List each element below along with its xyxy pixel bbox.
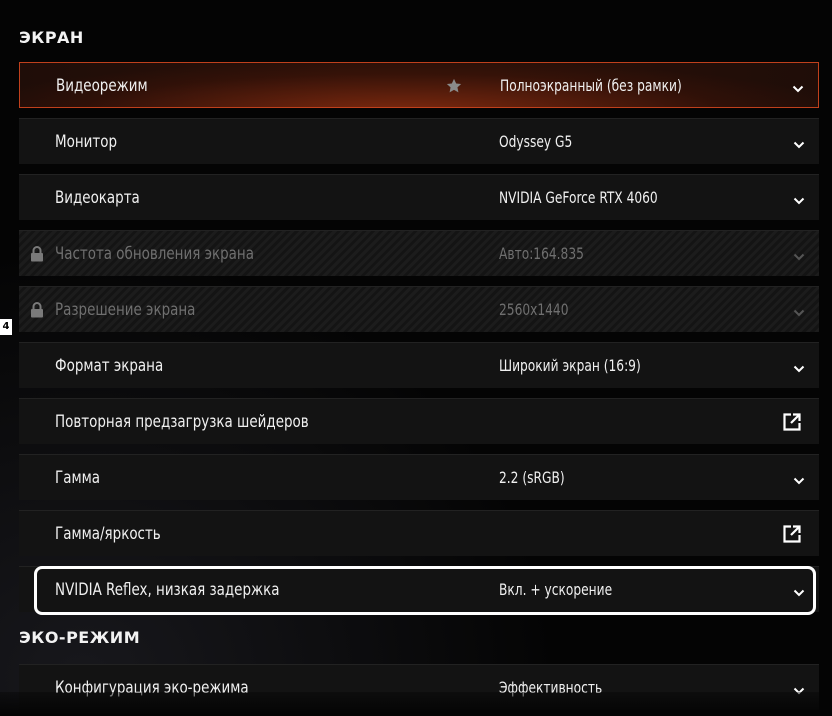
- setting-value: Авто:164.835: [499, 244, 584, 263]
- setting-label: NVIDIA Reflex, низкая задержка: [55, 580, 280, 600]
- chevron-down-icon[interactable]: [792, 80, 804, 93]
- setting-label: Частота обновления экрана: [55, 244, 254, 264]
- setting-label: Видеорежим: [56, 76, 148, 96]
- external-link-icon[interactable]: [782, 412, 802, 432]
- setting-row-gamma-brightness[interactable]: Гамма/яркость: [19, 510, 819, 556]
- chevron-down-icon[interactable]: [793, 136, 805, 149]
- bottom-fade: [0, 692, 832, 716]
- setting-row-gamma[interactable]: Гамма 2.2 (sRGB): [19, 454, 819, 500]
- chevron-down-icon: [793, 248, 805, 261]
- setting-value: Odyssey G5: [499, 132, 573, 151]
- lock-icon: [30, 246, 44, 262]
- chevron-down-icon[interactable]: [793, 360, 805, 373]
- section-title-eco-mode: ЭКО-РЕЖИМ: [19, 628, 141, 647]
- chevron-down-icon[interactable]: [793, 192, 805, 205]
- setting-label: Повторная предзагрузка шейдеров: [55, 412, 309, 432]
- setting-label: Гамма: [55, 468, 101, 488]
- chevron-down-icon[interactable]: [793, 584, 805, 597]
- section-title-screen: ЭКРАН: [19, 28, 84, 47]
- setting-row-refresh-rate: Частота обновления экрана Авто:164.835: [19, 230, 819, 276]
- settings-screen: ЭКРАН Видеорежим Полноэкранный (без рамк…: [0, 0, 832, 716]
- setting-value: 2.2 (sRGB): [499, 468, 565, 487]
- setting-value: Полноэкранный (без рамки): [500, 76, 682, 95]
- setting-row-shader-preload[interactable]: Повторная предзагрузка шейдеров: [19, 398, 819, 444]
- setting-row-monitor[interactable]: Монитор Odyssey G5: [19, 118, 819, 164]
- setting-value: NVIDIA GeForce RTX 4060: [499, 188, 658, 207]
- setting-row-nvidia-reflex[interactable]: NVIDIA Reflex, низкая задержка Вкл. + ус…: [19, 566, 819, 612]
- setting-value: Широкий экран (16:9): [499, 356, 641, 375]
- setting-row-aspect-ratio[interactable]: Формат экрана Широкий экран (16:9): [19, 342, 819, 388]
- lock-icon: [30, 302, 44, 318]
- setting-label: Гамма/яркость: [55, 524, 161, 544]
- setting-label: Разрешение экрана: [55, 300, 196, 320]
- setting-value: 2560x1440: [499, 300, 569, 319]
- setting-value: Вкл. + ускорение: [499, 580, 613, 599]
- chevron-down-icon: [793, 304, 805, 317]
- side-badge: 4: [0, 319, 12, 335]
- setting-row-resolution: Разрешение экрана 2560x1440: [19, 286, 819, 332]
- chevron-down-icon[interactable]: [793, 472, 805, 485]
- setting-label: Видеокарта: [55, 188, 140, 208]
- setting-label: Формат экрана: [55, 356, 164, 376]
- setting-row-video-mode[interactable]: Видеорежим Полноэкранный (без рамки): [19, 62, 819, 108]
- setting-label: Монитор: [55, 132, 118, 152]
- star-icon[interactable]: [445, 77, 463, 95]
- external-link-icon[interactable]: [782, 524, 802, 544]
- setting-row-gpu[interactable]: Видеокарта NVIDIA GeForce RTX 4060: [19, 174, 819, 220]
